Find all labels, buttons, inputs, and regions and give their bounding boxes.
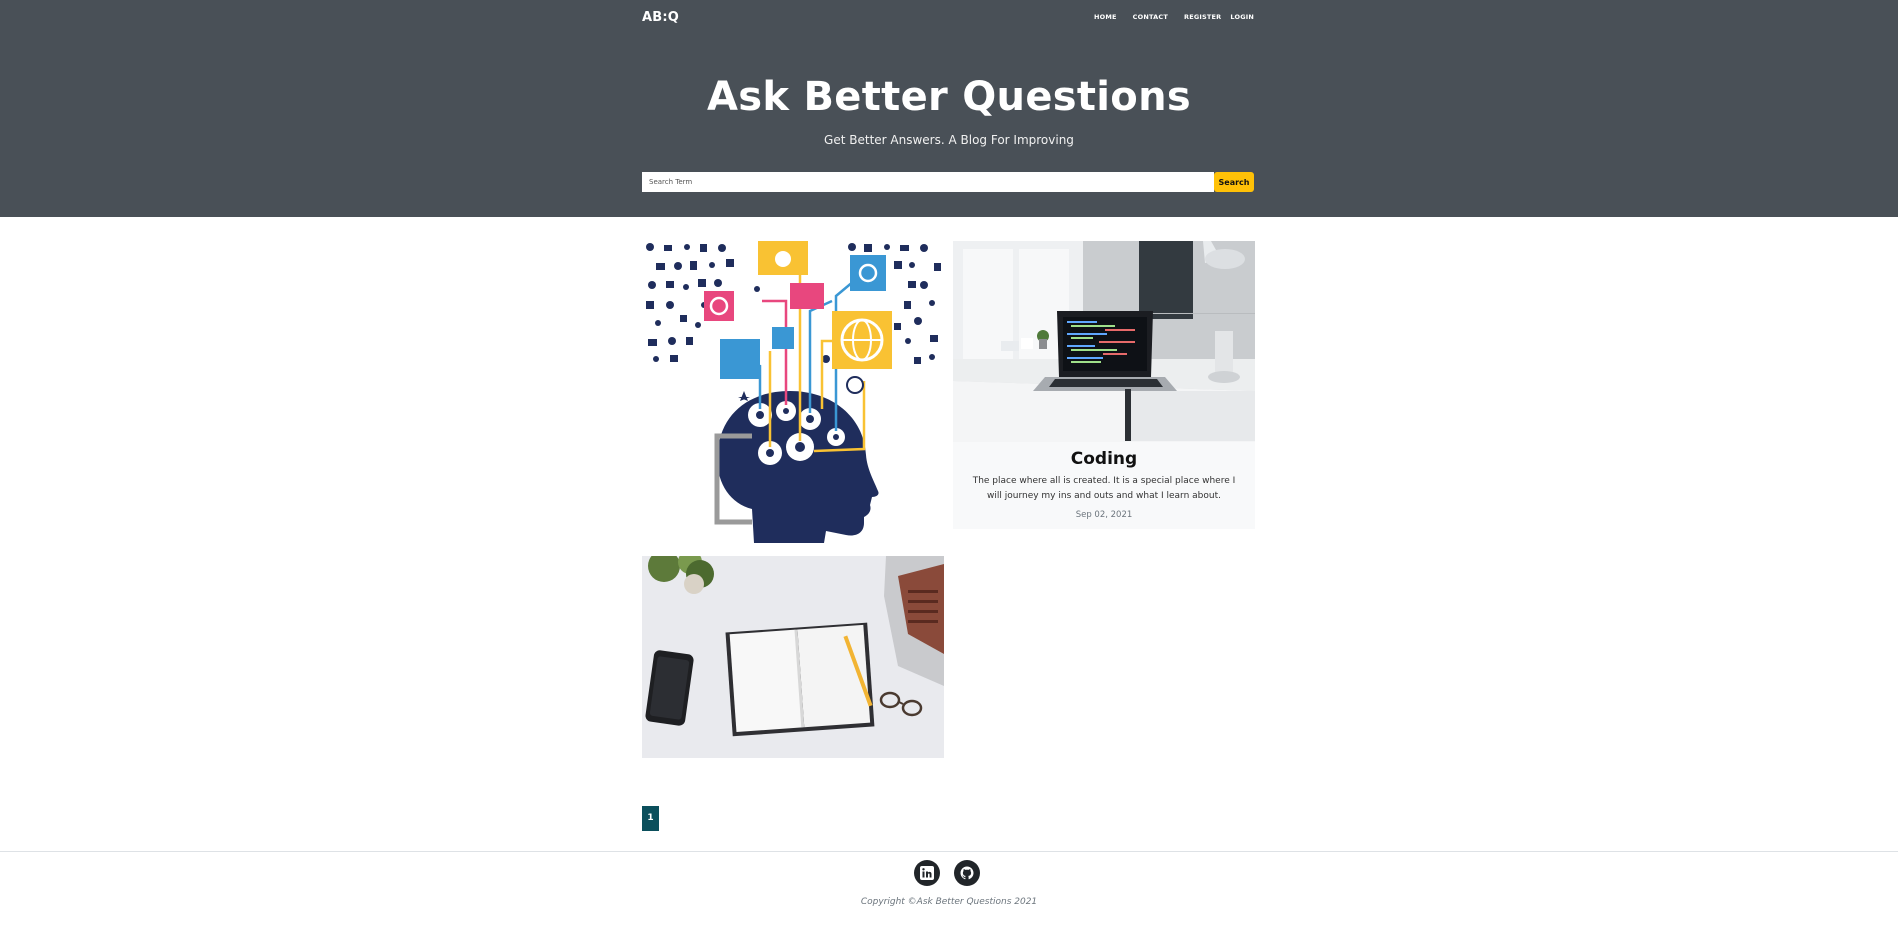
hero-subtitle: Get Better Answers. A Blog For Improving (824, 133, 1074, 147)
search-button[interactable]: Search (1214, 172, 1254, 192)
post-image-notebook-desk (642, 556, 944, 758)
post-date: Sep 02, 2021 (1075, 510, 1133, 520)
github-icon[interactable] (954, 860, 980, 886)
hero-title: Ask Better Questions (707, 74, 1191, 120)
post-title: Coding (1070, 449, 1138, 469)
post-image-laptop-desk (953, 241, 1255, 442)
post-image-head-gears (642, 241, 944, 543)
nav-login-link[interactable]: LOGIN (1230, 13, 1254, 21)
post-card-1[interactable] (642, 241, 944, 543)
post-card-3[interactable] (642, 556, 944, 758)
search-input[interactable] (642, 172, 1214, 192)
post-card-2[interactable]: Coding The place where all is created. I… (953, 241, 1255, 529)
linkedin-icon[interactable] (914, 860, 940, 886)
post-excerpt: The place where all is created. It is a … (972, 476, 1236, 501)
nav-contact-link[interactable]: CONTACT (1133, 13, 1168, 21)
pagination-page-1[interactable]: 1 (642, 806, 659, 831)
nav-register-link[interactable]: REGISTER (1184, 13, 1221, 21)
copyright-text: Copyright ©Ask Better Questions 2021 (860, 897, 1038, 907)
brand-logo[interactable]: AB:Q (642, 10, 679, 25)
footer-divider (0, 851, 1898, 852)
top-nav: HOME CONTACT REGISTER LOGIN (1078, 13, 1254, 21)
nav-home-link[interactable]: HOME (1094, 13, 1117, 21)
hero-header: AB:Q HOME CONTACT REGISTER LOGIN Ask Bet… (0, 0, 1898, 217)
